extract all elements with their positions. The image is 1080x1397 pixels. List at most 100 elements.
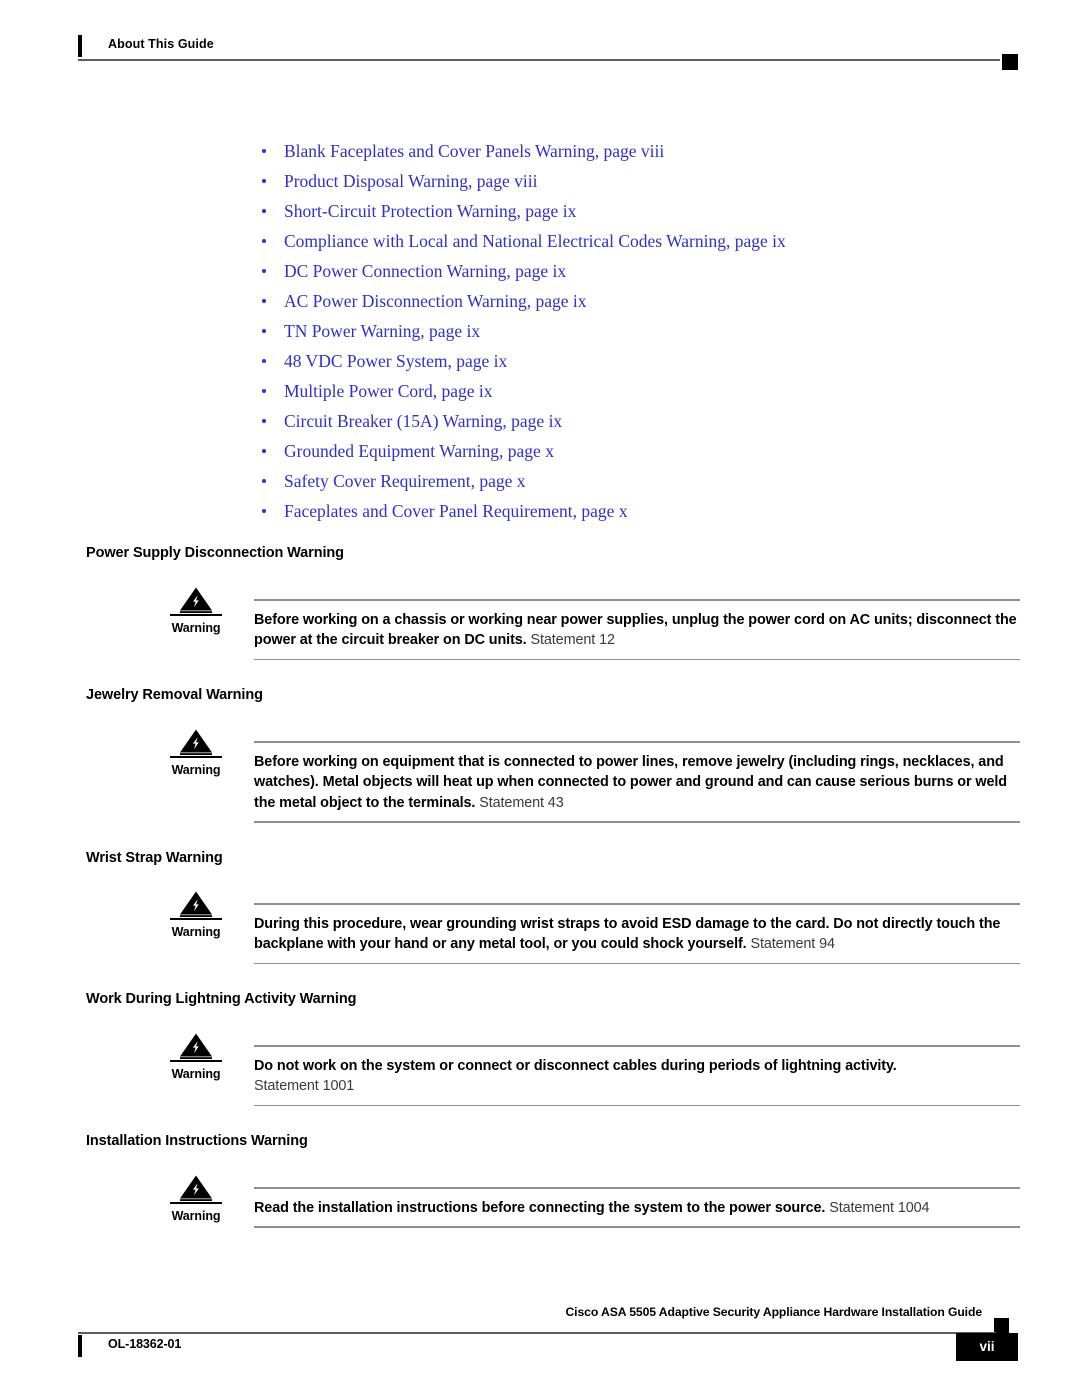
warning-body: Before working on equipment that is conn… [254,753,1007,811]
warning-body-text: Read the installation instructions befor… [254,1189,1020,1227]
cross-reference-link[interactable]: TN Power Warning, page ix [258,316,1018,346]
warning-body: Read the installation instructions befor… [254,1199,826,1216]
cross-reference-link-label: Blank Faceplates and Cover Panels Warnin… [284,141,665,161]
cross-reference-link-label: Grounded Equipment Warning, page x [284,441,554,461]
warning-lightning-triangle-icon [180,891,212,917]
warning-icon-underline [170,1060,222,1062]
cross-reference-link[interactable]: Safety Cover Requirement, page x [258,466,1018,496]
warning-body-text: Before working on equipment that is conn… [254,743,1020,822]
cross-reference-link-label: Product Disposal Warning, page viii [284,171,538,191]
section-heading: Work During Lightning Activity Warning [86,991,357,1007]
bullet-icon [262,239,266,243]
cross-reference-link[interactable]: Short-Circuit Protection Warning, page i… [258,196,1018,226]
warning-icon-underline [170,756,222,758]
cross-reference-link[interactable]: Circuit Breaker (15A) Warning, page ix [258,406,1018,436]
warning-rule-bottom [254,1226,1020,1228]
warning-label: Warning [171,621,221,635]
warning-label-column: Warning [150,1174,242,1223]
warning-body-text: Do not work on the system or connect or … [254,1047,1020,1105]
warning-lightning-triangle-icon [180,1033,212,1059]
cross-reference-link-label: Compliance with Local and National Elect… [284,231,786,251]
footer-rule [78,1332,996,1334]
cross-reference-link-list: Blank Faceplates and Cover Panels Warnin… [258,136,1018,526]
warning-lightning-triangle-icon [180,587,212,613]
cross-reference-link-label: Faceplates and Cover Panel Requirement, … [284,501,628,521]
cross-reference-link-label: 48 VDC Power System, page ix [284,351,508,371]
bullet-icon [262,179,266,183]
cross-reference-link[interactable]: Multiple Power Cord, page ix [258,376,1018,406]
warning-body-text: Before working on a chassis or working n… [254,601,1020,659]
cross-reference-link[interactable]: Compliance with Local and National Elect… [258,226,1018,256]
page-footer: Cisco ASA 5505 Adaptive Security Applian… [78,1305,1018,1375]
warning-text-column: Before working on equipment that is conn… [254,741,1020,823]
footer-square-marker [994,1318,1009,1333]
footer-document-id: OL-18362-01 [108,1337,182,1351]
warning-statement-number: Statement 1004 [829,1199,930,1216]
warning-text-column: Before working on a chassis or working n… [254,599,1020,660]
cross-reference-link-label: Safety Cover Requirement, page x [284,471,526,491]
cross-reference-link-label: Circuit Breaker (15A) Warning, page ix [284,411,563,431]
cross-reference-link-label: DC Power Connection Warning, page ix [284,261,567,281]
warning-label-column: Warning [150,1032,242,1081]
section-heading: Power Supply Disconnection Warning [86,545,344,561]
bullet-icon [262,209,266,213]
section-heading: Wrist Strap Warning [86,850,223,866]
bullet-icon [262,389,266,393]
warning-body: Do not work on the system or connect or … [254,1057,897,1074]
bullet-icon [262,299,266,303]
warning-body-text: During this procedure, wear grounding wr… [254,905,1020,963]
warning-label-column: Warning [150,890,242,939]
cross-reference-link-label: TN Power Warning, page ix [284,321,481,341]
header-square-marker [1002,54,1018,70]
bullet-icon [262,419,266,423]
footer-guide-title: Cisco ASA 5505 Adaptive Security Applian… [565,1305,982,1319]
warning-lightning-triangle-icon [180,1175,212,1201]
cross-reference-link[interactable]: Blank Faceplates and Cover Panels Warnin… [258,136,1018,166]
warning-label: Warning [171,925,221,939]
warning-label: Warning [171,763,221,777]
bullet-icon [262,479,266,483]
bullet-icon [262,149,266,153]
warning-text-column: During this procedure, wear grounding wr… [254,903,1020,964]
warning-lightning-triangle-icon [180,729,212,755]
warning-body: Before working on a chassis or working n… [254,611,1017,649]
warning-icon-underline [170,614,222,616]
cross-reference-link[interactable]: AC Power Disconnection Warning, page ix [258,286,1018,316]
warning-label-column: Warning [150,586,242,635]
footer-page-number: vii [956,1333,1018,1361]
cross-reference-link[interactable]: Grounded Equipment Warning, page x [258,436,1018,466]
cross-reference-link-label: Multiple Power Cord, page ix [284,381,493,401]
warning-statement-number: Statement 1001 [254,1078,355,1094]
warning-icon-underline [170,1202,222,1204]
header-accent-bar [78,35,82,57]
warning-body: During this procedure, wear grounding wr… [254,915,1001,953]
warning-statement-number: Statement 94 [750,936,835,952]
warning-text-column: Do not work on the system or connect or … [254,1045,1020,1106]
header-chapter-title: About This Guide [108,37,214,51]
warning-label: Warning [171,1067,221,1081]
warning-rule-bottom [254,658,1020,660]
bullet-icon [262,359,266,363]
bullet-icon [262,449,266,453]
warning-statement-number: Statement 43 [479,794,564,811]
warning-label-column: Warning [150,728,242,777]
running-header: About This Guide [78,33,1018,70]
cross-reference-link[interactable]: DC Power Connection Warning, page ix [258,256,1018,286]
cross-reference-link[interactable]: Product Disposal Warning, page viii [258,166,1018,196]
cross-reference-link-label: Short-Circuit Protection Warning, page i… [284,201,577,221]
warning-statement-number: Statement 12 [530,632,615,648]
document-page: About This Guide Blank Faceplates and Co… [0,0,1080,1397]
bullet-icon [262,269,266,273]
bullet-icon [262,509,266,513]
warning-rule-bottom [254,962,1020,964]
bullet-icon [262,329,266,333]
section-heading: Jewelry Removal Warning [86,687,263,703]
cross-reference-link[interactable]: Faceplates and Cover Panel Requirement, … [258,496,1018,526]
warning-rule-bottom [254,1104,1020,1106]
warning-icon-underline [170,918,222,920]
header-rule [78,59,1000,61]
warning-label: Warning [171,1209,221,1223]
cross-reference-link-label: AC Power Disconnection Warning, page ix [284,291,587,311]
cross-reference-link[interactable]: 48 VDC Power System, page ix [258,346,1018,376]
warning-rule-bottom [254,821,1020,823]
